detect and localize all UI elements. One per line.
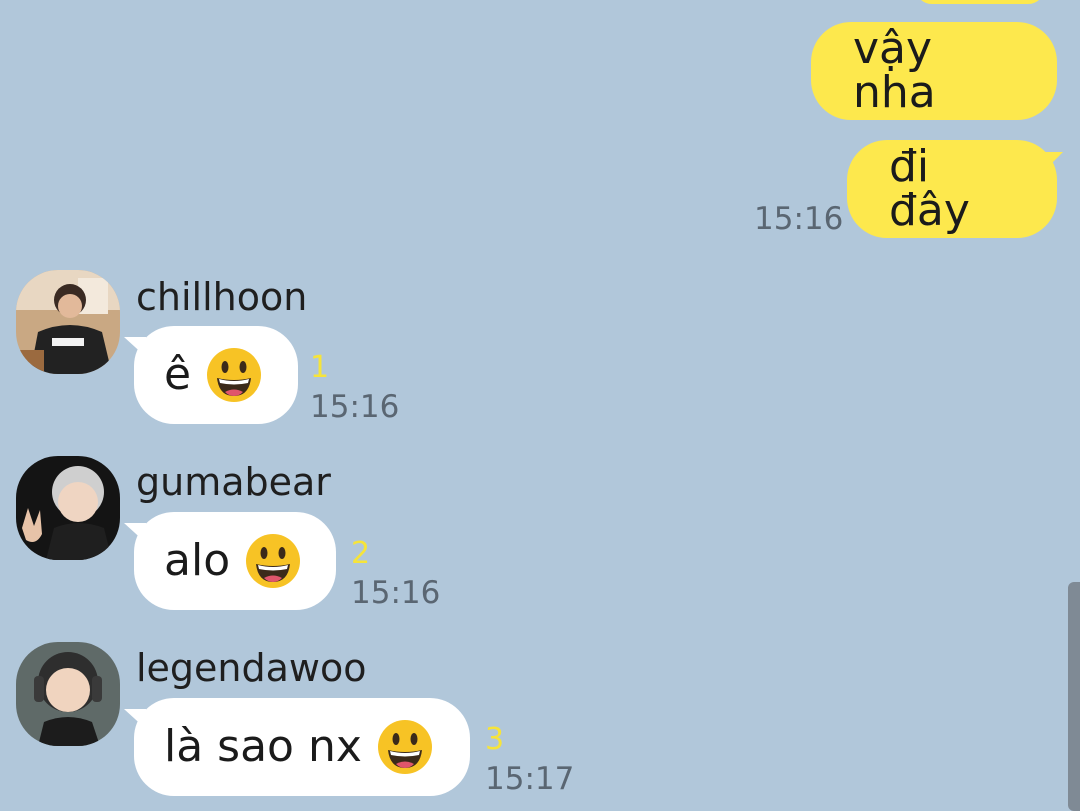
sender-name: chillhoon [136,275,308,319]
outgoing-message-bubble[interactable]: đi đây [847,140,1057,238]
unread-count: 3 [485,722,505,757]
message-text: vậy nha [853,23,936,118]
outgoing-message-bubble[interactable]: vậy nha [811,22,1057,120]
message-timestamp: 15:16 [310,389,400,425]
message-text: ê [164,349,192,400]
sender-name: gumabear [136,460,331,504]
sender-name: legendawoo [136,646,367,690]
grinning-face-emoji-icon [205,346,263,404]
chat-view[interactable]: vậy nha đi đây 15:16 chillhoon ê 1 15:16… [0,0,1080,811]
incoming-message-bubble[interactable]: là sao nx [134,698,470,796]
message-timestamp: 15:16 [351,575,441,611]
bubble-tail [1045,152,1063,170]
avatar-photo-icon [16,270,120,374]
message-timestamp: 15:16 [754,201,844,237]
scrollbar-thumb[interactable] [1068,582,1080,811]
outgoing-bubble-partial[interactable] [915,0,1045,4]
avatar-photo-icon [16,642,120,746]
grinning-face-emoji-icon [244,532,302,590]
incoming-message-bubble[interactable]: ê [134,326,298,424]
unread-count: 2 [351,536,371,571]
message-text: đi đây [889,141,970,236]
avatar-photo-icon [16,456,120,560]
unread-count: 1 [310,350,330,385]
avatar[interactable] [16,270,120,374]
grinning-face-emoji-icon [376,718,434,776]
message-timestamp: 15:17 [485,761,575,797]
message-text: alo [164,535,231,586]
incoming-message-bubble[interactable]: alo [134,512,336,610]
avatar[interactable] [16,642,120,746]
avatar[interactable] [16,456,120,560]
message-text: là sao nx [164,721,362,772]
